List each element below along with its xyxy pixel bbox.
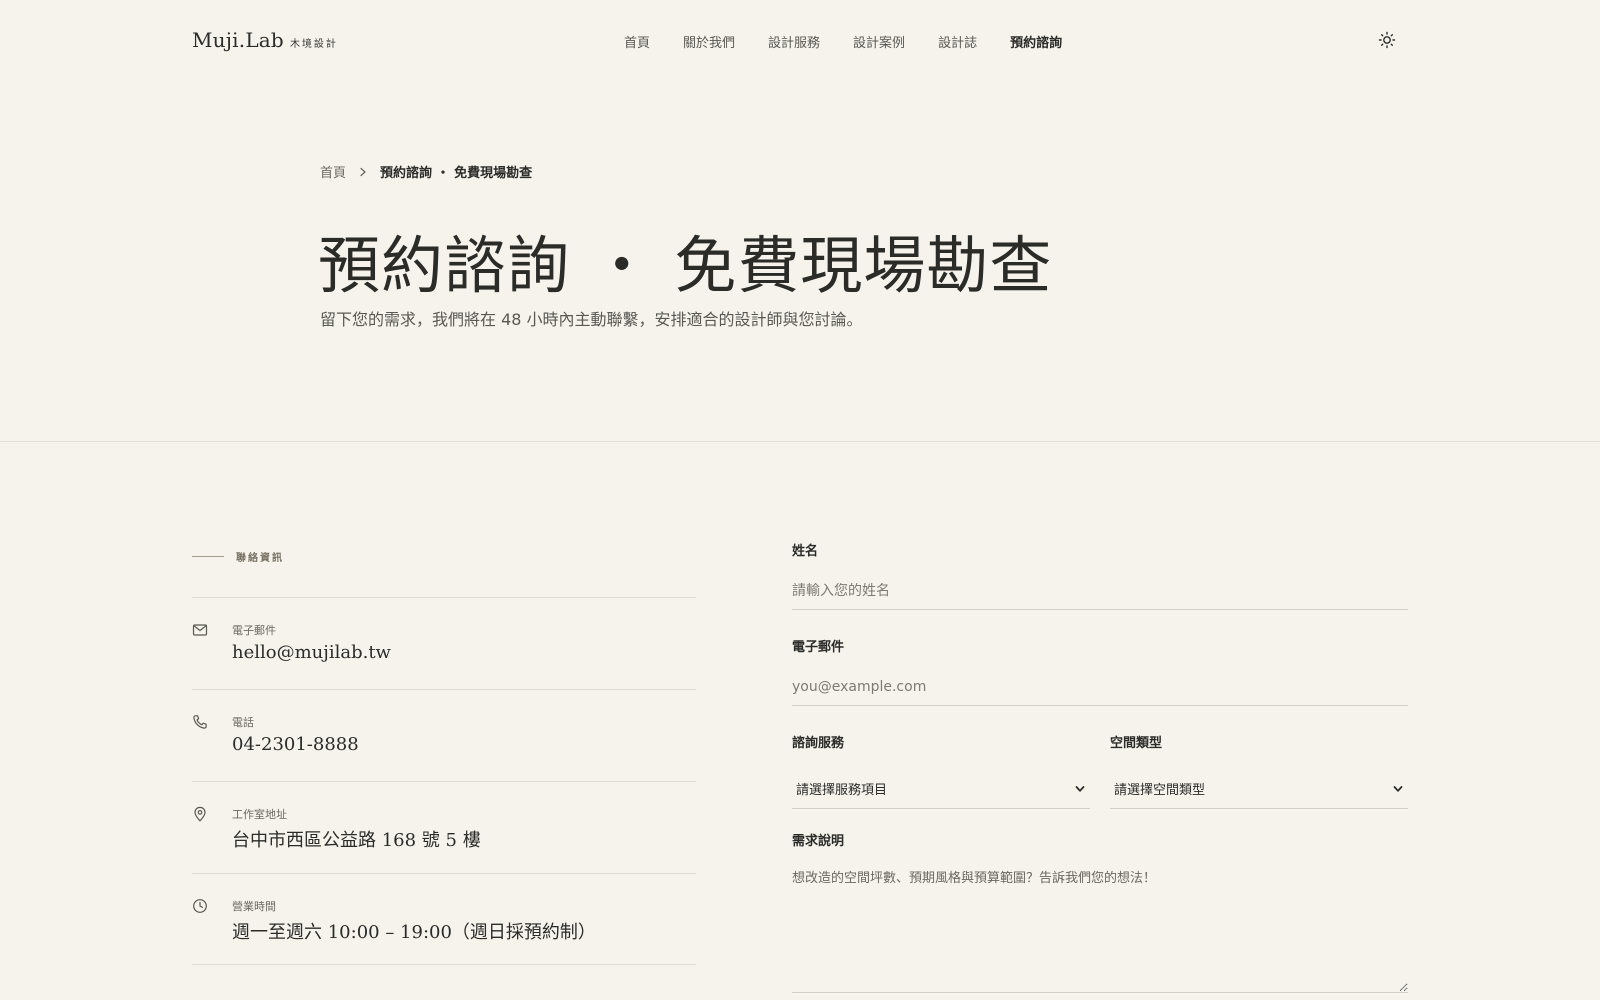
space-label: 空間類型 (1110, 736, 1163, 751)
nav-item-about[interactable]: 關於我們 (683, 32, 735, 51)
details-label: 需求說明 (792, 834, 845, 849)
name-field-group: 姓名 (792, 540, 1408, 610)
service-select[interactable]: 請選擇服務項目 (792, 773, 1090, 809)
chevron-down-icon (1075, 786, 1085, 792)
contact-section-label: 聯絡資訊 (192, 549, 284, 564)
nav-item-home[interactable]: 首頁 (624, 32, 650, 51)
contact-item-hours: 營業時間 週一至週六 10:00 – 19:00（週日採預約制） (192, 873, 696, 965)
logo[interactable]: Muji.Lab 木境設計 (192, 28, 338, 52)
sun-icon (1378, 31, 1396, 49)
hours-value: 週一至週六 10:00 – 19:00（週日採預約制） (232, 922, 596, 943)
service-select-value: 請選擇服務項目 (796, 783, 888, 798)
email-label: 電子郵件 (792, 640, 845, 655)
logo-wordmark: Muji.Lab (192, 28, 284, 52)
contact-item-label: 工作室地址 (232, 808, 287, 821)
nav-item-cases[interactable]: 設計案例 (853, 32, 905, 51)
section-label-line (192, 556, 224, 557)
contact-item-label: 電子郵件 (232, 624, 276, 637)
logo-subtitle: 木境設計 (289, 39, 338, 50)
email-field-group: 電子郵件 (792, 636, 1408, 706)
contact-item-label: 營業時間 (232, 900, 276, 913)
contact-item-phone: 電話 04-2301-8888 (192, 689, 696, 781)
nav-item-booking[interactable]: 預約諮詢 (1010, 32, 1062, 51)
breadcrumb: 首頁 預約諮詢 ・ 免費現場勘查 (320, 162, 532, 181)
site-header: Muji.Lab 木境設計 首頁 關於我們 設計服務 設計案例 設計誌 預約諮詢 (0, 0, 1600, 80)
page-description: 留下您的需求，我們將在 48 小時內主動聯繫，安排適合的設計師與您討論。 (320, 310, 863, 329)
space-select[interactable]: 請選擇空間類型 (1110, 773, 1408, 809)
breadcrumb-current: 預約諮詢 ・ 免費現場勘查 (380, 166, 533, 181)
clock-icon (193, 899, 207, 913)
space-select-value: 請選擇空間類型 (1114, 783, 1206, 798)
nav-item-services[interactable]: 設計服務 (768, 32, 820, 51)
email-value[interactable]: hello@mujilab.tw (232, 642, 391, 663)
address-value: 台中市西區公益路 168 號 5 樓 (232, 830, 481, 851)
section-label-text: 聯絡資訊 (236, 553, 284, 564)
details-field-group: 需求說明 (792, 830, 1408, 993)
section-divider (0, 441, 1600, 442)
contact-item-email: 電子郵件 hello@mujilab.tw (192, 597, 696, 689)
page-title: 預約諮詢 ・ 免費現場勘查 (318, 229, 1053, 302)
details-textarea[interactable] (792, 869, 1408, 993)
chevron-down-icon (1393, 786, 1403, 792)
breadcrumb-home-link[interactable]: 首頁 (320, 162, 346, 181)
service-field-group: 諮詢服務 請選擇服務項目 (792, 732, 1090, 809)
contact-item-label: 電話 (232, 716, 254, 729)
service-label: 諮詢服務 (792, 736, 845, 751)
main-nav: 首頁 關於我們 設計服務 設計案例 設計誌 預約諮詢 (624, 32, 1062, 51)
contact-info-list: 電子郵件 hello@mujilab.tw 電話 04-2301-8888 工作… (192, 597, 696, 965)
name-label: 姓名 (792, 544, 819, 559)
phone-icon (193, 715, 207, 729)
theme-toggle-button[interactable] (1378, 31, 1396, 49)
contact-item-address: 工作室地址 台中市西區公益路 168 號 5 樓 (192, 781, 696, 873)
email-input[interactable] (792, 679, 1408, 706)
nav-item-journal[interactable]: 設計誌 (938, 32, 977, 51)
mail-icon (192, 624, 208, 636)
map-pin-icon (194, 806, 206, 822)
phone-value[interactable]: 04-2301-8888 (232, 734, 359, 755)
space-field-group: 空間類型 請選擇空間類型 (1110, 732, 1408, 809)
chevron-right-icon (360, 167, 366, 176)
name-input[interactable] (792, 583, 1408, 610)
